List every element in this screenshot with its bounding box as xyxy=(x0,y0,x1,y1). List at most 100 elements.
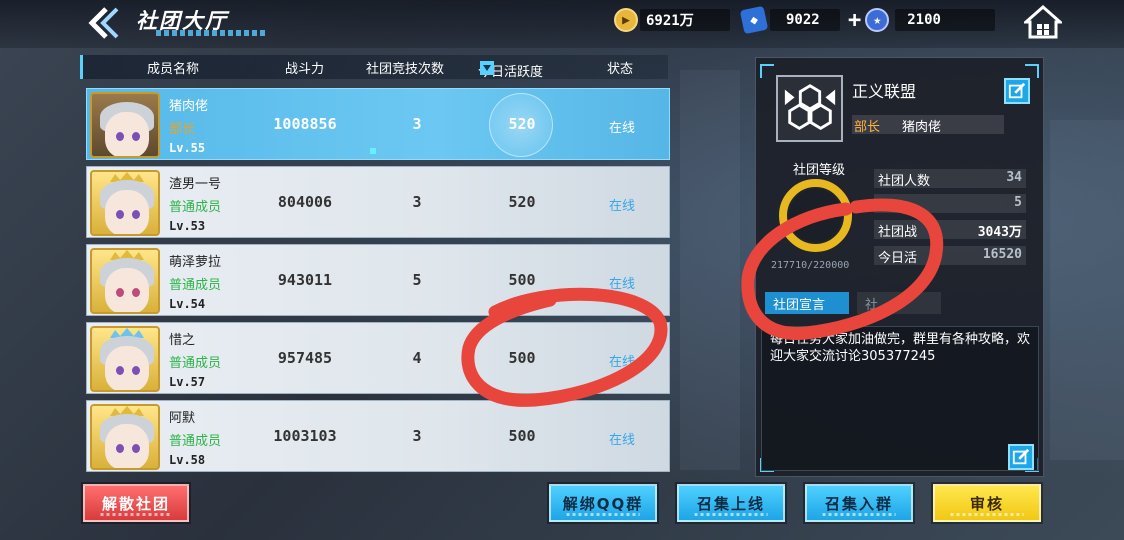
table-row[interactable]: 猪肉佬 部长 Lv.55 1008856 3 520 在线 xyxy=(86,88,670,160)
star-value: 2100 xyxy=(907,12,941,28)
member-arena: 4 xyxy=(412,349,422,367)
declaration-text: 每日任务大家加油做完，群里有各种攻略，欢迎大家交流讨论305377245 xyxy=(770,332,1031,364)
review-label: 审核 xyxy=(969,494,1004,513)
member-name: 猪肉佬 xyxy=(169,99,209,114)
unbind-qq-label: 解绑QQ群 xyxy=(562,494,644,513)
member-activity: 500 xyxy=(508,427,536,445)
club-info-panel: 正义联盟 部长 猪肉佬 社团等级 217710/220000 社团人数 34 5… xyxy=(755,57,1044,477)
unbind-qq-button[interactable]: 解绑QQ群 xyxy=(549,484,657,522)
home-button[interactable] xyxy=(1022,4,1064,39)
review-button[interactable]: 审核 xyxy=(933,484,1041,522)
member-role: 普通成员 xyxy=(169,200,222,215)
member-role: 普通成员 xyxy=(169,434,222,449)
stat-members: 社团人数 34 xyxy=(874,169,1026,189)
member-power: 1008856 xyxy=(273,115,337,133)
stat-value: 34 xyxy=(1006,170,1022,185)
stat-value: 16520 xyxy=(982,247,1022,262)
edit-club-button[interactable] xyxy=(1004,78,1030,104)
member-role: 部长 xyxy=(169,122,196,137)
club-name: 正义联盟 xyxy=(852,82,917,101)
hexagon-emblem-icon xyxy=(784,83,835,130)
leader-label: 部长 xyxy=(854,120,881,135)
table-row[interactable]: 萌泽萝拉 普通成员 Lv.54 943011 5 500 在线 xyxy=(86,244,670,316)
chevron-left-icon xyxy=(88,7,119,39)
member-level: Lv.55 xyxy=(169,141,206,155)
coin-icon: ▶ xyxy=(614,8,638,32)
member-activity: 520 xyxy=(508,115,536,133)
member-level: Lv.57 xyxy=(169,375,206,389)
member-power: 957485 xyxy=(277,349,333,367)
panel-corner xyxy=(1025,64,1039,78)
edit-icon xyxy=(1008,82,1026,99)
member-level: Lv.58 xyxy=(169,453,206,467)
col-power: 战斗力 xyxy=(285,62,325,77)
member-name: 渣男一号 xyxy=(169,177,222,192)
summon-online-button[interactable]: 召集上线 xyxy=(677,484,785,522)
table-row[interactable]: 惜之 普通成员 Lv.57 957485 4 500 在线 xyxy=(86,322,670,394)
stat-row: 5 xyxy=(874,194,1026,213)
member-activity: 520 xyxy=(508,193,536,211)
stat-today-activity: 今日活 16520 xyxy=(874,246,1026,266)
title-decoration xyxy=(156,30,266,36)
club-level-label: 社团等级 xyxy=(793,163,846,178)
member-activity: 500 xyxy=(508,349,536,367)
member-status: 在线 xyxy=(608,199,635,214)
member-activity: 500 xyxy=(508,271,536,289)
tab-other[interactable]: 社 xyxy=(857,292,941,314)
col-status: 状态 xyxy=(607,62,634,77)
leader-info: 部长 猪肉佬 xyxy=(852,115,1004,135)
member-level: Lv.54 xyxy=(169,297,206,311)
panel-corner xyxy=(760,64,774,78)
member-role: 普通成员 xyxy=(169,356,222,371)
stat-value: 5 xyxy=(1014,195,1022,210)
avatar xyxy=(90,170,160,236)
recruit-label: 召集入群 xyxy=(824,494,893,513)
member-name: 萌泽萝拉 xyxy=(169,255,222,270)
edit-declaration-button[interactable] xyxy=(1008,444,1034,470)
member-name: 惜之 xyxy=(169,333,196,348)
sort-down-icon[interactable] xyxy=(480,61,494,75)
plus-icon[interactable]: + xyxy=(848,8,861,33)
col-arena: 社团竞技次数 xyxy=(366,62,445,77)
avatar xyxy=(90,92,160,158)
member-power: 804006 xyxy=(277,193,333,211)
gem-icon: ◆ xyxy=(739,5,769,35)
background-panel xyxy=(1050,120,1124,460)
recruit-button[interactable]: 召集入群 xyxy=(805,484,913,522)
coin-counter[interactable]: ▶ 6921万 xyxy=(614,8,694,32)
home-icon xyxy=(1022,4,1064,39)
member-arena: 3 xyxy=(412,115,422,133)
avatar xyxy=(90,326,160,392)
club-exp: 217710/220000 xyxy=(771,260,850,271)
sparkle-effect xyxy=(370,148,376,154)
table-row[interactable]: 渣男一号 普通成员 Lv.53 804006 3 520 在线 xyxy=(86,166,670,238)
gem-counter[interactable]: ◆ 9022 xyxy=(739,5,820,35)
member-arena: 3 xyxy=(412,193,422,211)
stat-club-war: 社团战 3043万 xyxy=(874,220,1026,240)
star-counter[interactable]: + ★ 2100 xyxy=(848,8,941,33)
member-status: 在线 xyxy=(608,277,635,292)
avatar xyxy=(90,404,160,470)
stat-label: 社团战 xyxy=(878,225,918,240)
club-emblem xyxy=(776,75,843,142)
coin-value: 6921万 xyxy=(646,13,694,29)
disband-label: 解散社团 xyxy=(101,494,170,513)
member-power: 943011 xyxy=(277,271,333,289)
member-status: 在线 xyxy=(608,355,635,370)
club-level-ring-center xyxy=(789,189,842,242)
member-level: Lv.53 xyxy=(169,219,206,233)
stat-value: 3043万 xyxy=(977,225,1022,240)
member-arena: 5 xyxy=(412,271,422,289)
top-bar: 社团大厅 ▶ 6921万 ◆ 9022 + ★ 2100 xyxy=(0,0,1124,48)
stat-label: 社团人数 xyxy=(878,174,931,189)
member-power: 1003103 xyxy=(273,427,337,445)
back-button[interactable] xyxy=(86,6,126,42)
tab-declaration[interactable]: 社团宣言 xyxy=(765,292,849,314)
disband-club-button[interactable]: 解散社团 xyxy=(83,484,189,522)
table-row[interactable]: 阿默 普通成员 Lv.58 1003103 3 500 在线 xyxy=(86,400,670,472)
member-arena: 3 xyxy=(412,427,422,445)
summon-online-label: 召集上线 xyxy=(696,494,765,513)
avatar xyxy=(90,248,160,314)
edit-icon xyxy=(1012,448,1030,465)
star-icon: ★ xyxy=(865,8,890,32)
